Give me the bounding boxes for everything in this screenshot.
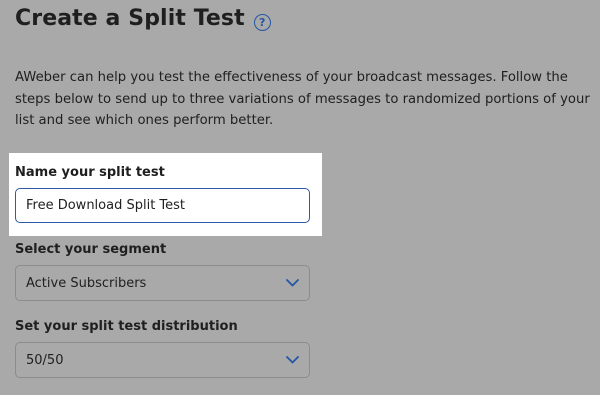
- intro-text: AWeber can help you test the effectivene…: [15, 70, 590, 128]
- chevron-down-icon: [285, 355, 299, 365]
- distribution-label: Set your split test distribution: [15, 319, 238, 334]
- distribution-select[interactable]: 50/50: [15, 342, 310, 378]
- help-icon[interactable]: ?: [253, 13, 271, 31]
- segment-group: Select your segment Active Subscribers: [15, 241, 310, 301]
- page-header: Create a Split Test ?: [15, 4, 271, 34]
- segment-select-value: Active Subscribers: [26, 275, 147, 291]
- split-test-name-input[interactable]: [15, 188, 310, 223]
- split-test-name-label: Name your split test: [15, 165, 165, 180]
- distribution-group: Set your split test distribution 50/50: [15, 318, 310, 378]
- distribution-select-value: 50/50: [26, 352, 64, 368]
- split-test-name-group: Name your split test: [15, 164, 310, 223]
- segment-label: Select your segment: [15, 242, 167, 257]
- segment-select[interactable]: Active Subscribers: [15, 265, 310, 301]
- page-title: Create a Split Test: [15, 6, 245, 31]
- chevron-down-icon: [285, 278, 299, 288]
